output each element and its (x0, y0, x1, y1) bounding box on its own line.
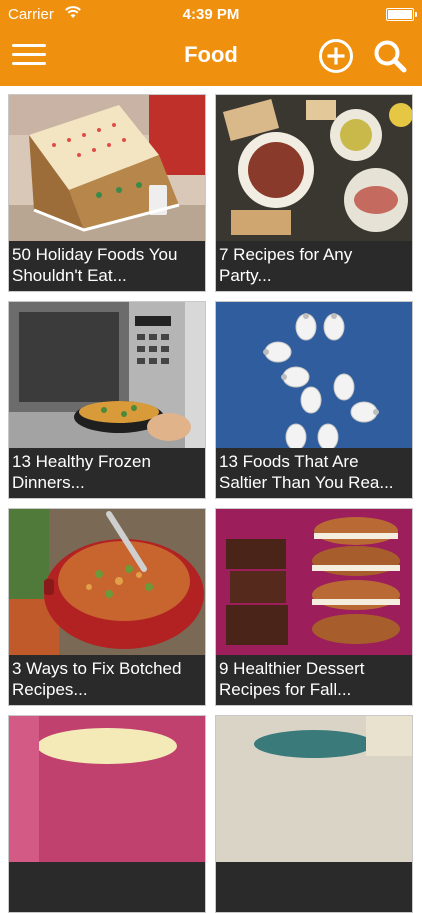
nav-bar: Food (0, 30, 422, 86)
page-title: Food (184, 42, 238, 67)
battery-icon (386, 8, 417, 21)
article-title: 7 Recipes for Any Party... (216, 241, 412, 291)
search-icon[interactable] (372, 38, 408, 74)
article-title: 50 Holiday Foods You Shouldn't Eat... (9, 241, 205, 291)
article-image (216, 95, 412, 241)
article-image (216, 716, 412, 862)
app-header: Carrier 4:39 PM Food (0, 0, 422, 86)
article-image (9, 95, 205, 241)
article-image (9, 302, 205, 448)
article-title: 9 Healthier Dessert Recipes for Fall... (216, 655, 412, 705)
article-image (9, 716, 205, 862)
article-title (216, 862, 412, 912)
status-time: 4:39 PM (182, 6, 240, 23)
article-title: 3 Ways to Fix Botched Recipes... (9, 655, 205, 705)
article-image (216, 509, 412, 655)
article-card[interactable]: 3 Ways to Fix Botched Recipes... (8, 508, 206, 706)
article-title: 13 Foods That Are Saltier Than You Rea..… (216, 448, 412, 498)
article-image (9, 509, 205, 655)
article-card[interactable]: 7 Recipes for Any Party... (215, 94, 413, 292)
article-image (216, 302, 412, 448)
article-card[interactable] (215, 715, 413, 913)
article-card[interactable]: 13 Foods That Are Saltier Than You Rea..… (215, 301, 413, 499)
article-title: 13 Healthy Frozen Dinners... (9, 448, 205, 498)
article-card[interactable]: 13 Healthy Frozen Dinners... (8, 301, 206, 499)
article-card[interactable]: 9 Healthier Dessert Recipes for Fall... (215, 508, 413, 706)
article-card[interactable] (8, 715, 206, 913)
article-title (9, 862, 205, 912)
plus-circle-icon[interactable] (318, 38, 354, 74)
article-card[interactable]: 50 Holiday Foods You Shouldn't Eat... (8, 94, 206, 292)
status-bar: Carrier 4:39 PM (0, 0, 422, 30)
